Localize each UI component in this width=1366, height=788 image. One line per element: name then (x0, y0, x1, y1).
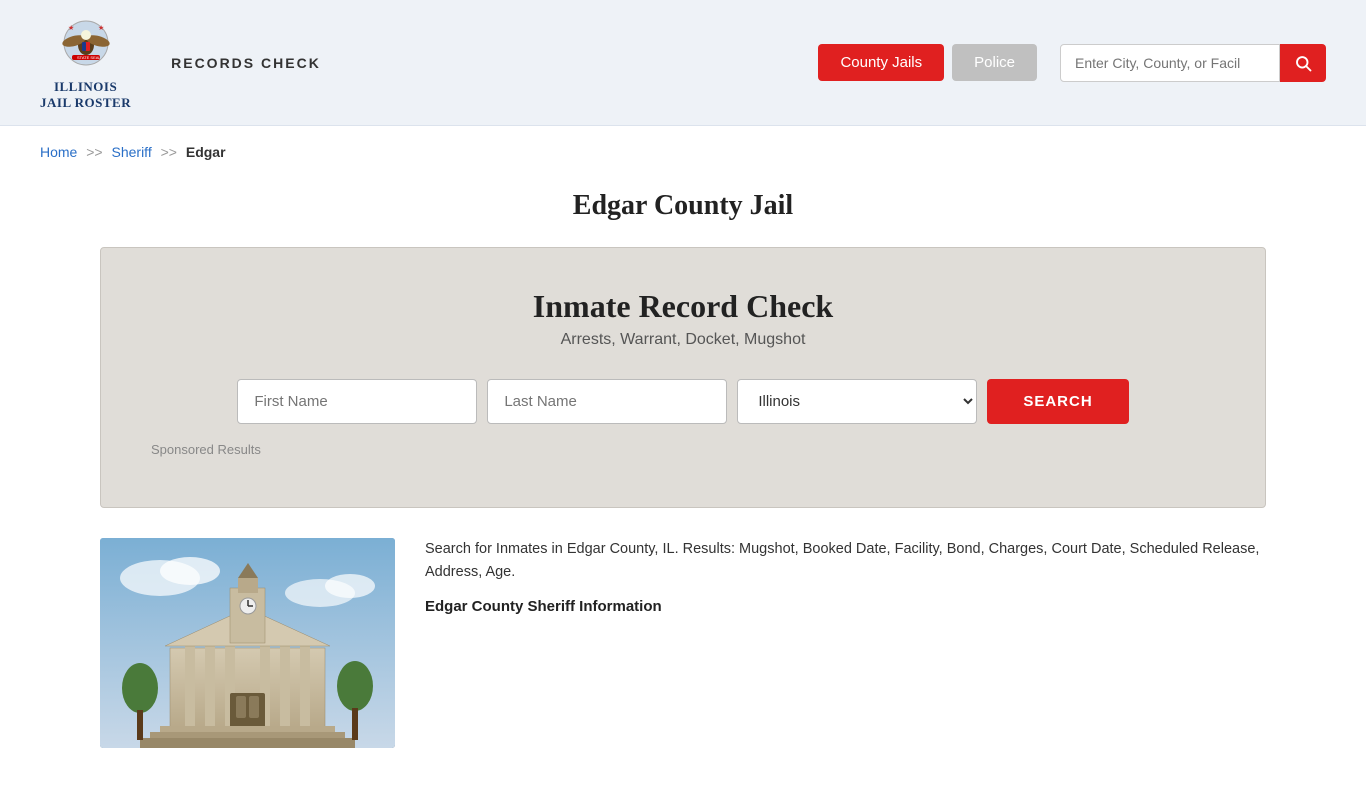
description-sub-heading: Edgar County Sheriff Information (425, 595, 1266, 619)
main-nav: County Jails Police (818, 44, 1326, 82)
page-title-section: Edgar County Jail (0, 170, 1366, 247)
search-panel-subtitle: Arrests, Warrant, Docket, Mugshot (151, 331, 1215, 349)
description-intro: Search for Inmates in Edgar County, IL. … (425, 538, 1266, 584)
search-icon (1294, 54, 1312, 72)
inmate-search-panel: Inmate Record Check Arrests, Warrant, Do… (100, 247, 1266, 508)
courthouse-svg (100, 538, 395, 748)
courthouse-image (100, 538, 395, 748)
svg-text:★: ★ (98, 24, 104, 32)
header-search-bar (1060, 44, 1326, 82)
county-jails-button[interactable]: County Jails (818, 44, 944, 81)
header-search-button[interactable] (1280, 44, 1326, 82)
sponsored-label: Sponsored Results (151, 442, 1215, 457)
records-check-label: RECORDS CHECK (171, 55, 321, 71)
last-name-input[interactable] (487, 379, 727, 424)
description-section: Search for Inmates in Edgar County, IL. … (425, 538, 1266, 748)
breadcrumb-home[interactable]: Home (40, 144, 77, 160)
header-search-input[interactable] (1060, 44, 1280, 82)
page-title: Edgar County Jail (40, 190, 1326, 222)
state-select[interactable]: AlabamaAlaskaArizonaArkansasCaliforniaCo… (737, 379, 977, 424)
search-fields-row: AlabamaAlaskaArizonaArkansasCaliforniaCo… (151, 379, 1215, 424)
breadcrumb-sep-2: >> (161, 144, 177, 160)
police-button[interactable]: Police (952, 44, 1037, 81)
first-name-input[interactable] (237, 379, 477, 424)
breadcrumb-sep-1: >> (86, 144, 102, 160)
inmate-search-button[interactable]: SEARCH (987, 379, 1128, 424)
breadcrumb: Home >> Sheriff >> Edgar (40, 144, 1326, 160)
svg-text:★: ★ (68, 24, 74, 32)
site-logo[interactable]: ★ ★ STATE SEAL ILLINOISJAIL ROSTER (40, 15, 131, 110)
bottom-content: Search for Inmates in Edgar County, IL. … (0, 538, 1366, 788)
illinois-seal-icon: ★ ★ STATE SEAL (56, 15, 116, 75)
breadcrumb-bar: Home >> Sheriff >> Edgar (0, 126, 1366, 170)
breadcrumb-current: Edgar (186, 144, 226, 160)
search-panel-title: Inmate Record Check (151, 288, 1215, 325)
logo-text: ILLINOISJAIL ROSTER (40, 79, 131, 110)
site-header: ★ ★ STATE SEAL ILLINOISJAIL ROSTER RECOR… (0, 0, 1366, 126)
svg-text:STATE SEAL: STATE SEAL (77, 55, 101, 60)
breadcrumb-sheriff[interactable]: Sheriff (112, 144, 152, 160)
